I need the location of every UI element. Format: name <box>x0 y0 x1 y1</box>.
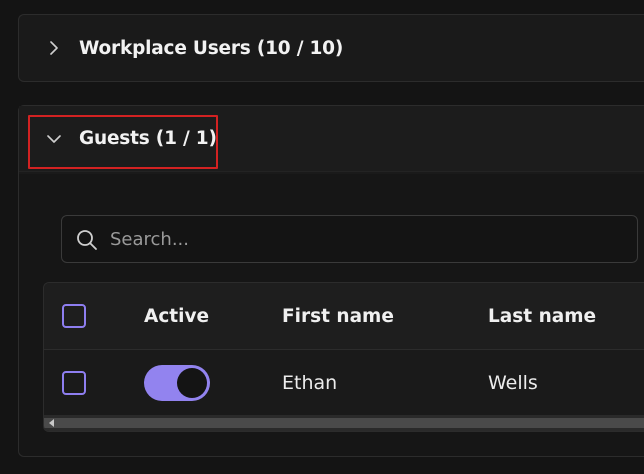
row-select-cell <box>62 350 86 416</box>
highlight-box <box>28 115 218 169</box>
last-name-cell: Wells <box>488 372 538 394</box>
search-box[interactable] <box>61 215 638 263</box>
search-icon <box>76 229 98 251</box>
column-header-last-name[interactable]: Last name <box>488 283 596 349</box>
select-all-checkbox[interactable] <box>62 304 86 328</box>
scroll-left-icon[interactable] <box>47 418 57 428</box>
search-input[interactable] <box>110 216 630 262</box>
column-header-first-name[interactable]: First name <box>282 283 394 349</box>
active-cell <box>144 350 210 416</box>
workplace-users-title: Workplace Users (10 / 10) <box>79 37 344 59</box>
workplace-users-panel: Workplace Users (10 / 10) <box>18 14 644 82</box>
row-select-checkbox[interactable] <box>62 371 86 395</box>
select-all-cell <box>62 283 86 349</box>
column-header-active[interactable]: Active <box>144 283 209 349</box>
table-header-row: Active First name Last name <box>44 283 644 350</box>
horizontal-scrollbar[interactable] <box>44 415 644 431</box>
scrollbar-thumb[interactable] <box>44 418 644 428</box>
guests-body: Active First name Last name Ethan Wells <box>19 174 644 456</box>
guests-header[interactable]: Guests (1 / 1) <box>19 106 644 172</box>
workplace-users-header[interactable]: Workplace Users (10 / 10) <box>19 15 644 81</box>
toggle-knob <box>177 368 207 398</box>
table-row[interactable]: Ethan Wells <box>44 350 644 416</box>
guests-table: Active First name Last name Ethan Wells <box>43 282 644 432</box>
active-toggle[interactable] <box>144 365 210 401</box>
guests-panel: Guests (1 / 1) Active First name Last na… <box>18 105 644 457</box>
chevron-right-icon <box>47 41 61 55</box>
first-name-cell: Ethan <box>282 372 338 394</box>
